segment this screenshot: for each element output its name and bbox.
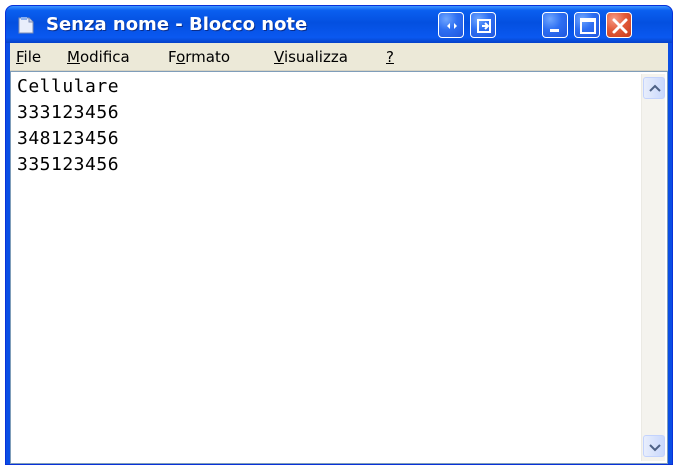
menu-visualizza-label: Visualizza [274,48,348,66]
maximize-icon [580,18,596,34]
notepad-window: Senza nome - Blocco note File Modifica F… [5,5,673,465]
chevron-up-icon [649,84,661,92]
menu-file-label: File [16,48,42,66]
window-title: Senza nome - Blocco note [46,14,308,35]
notepad-icon [18,17,34,34]
expand-button[interactable] [438,12,464,38]
restore-window-icon [477,19,491,33]
maximize-button[interactable] [574,12,600,38]
menu-help-label: ? [386,48,394,66]
menu-bar: File Modifica Formato Visualizza ? [10,43,668,71]
scroll-up-button[interactable] [643,77,665,99]
editor-area: Cellulare 333123456 348123456 335123456 [10,71,668,464]
vertical-scrollbar[interactable] [641,74,665,461]
scroll-down-button[interactable] [643,435,665,457]
restore-window-button[interactable] [470,12,496,38]
text-editor[interactable]: Cellulare 333123456 348123456 335123456 [13,74,641,461]
menu-formato-label: Formato [168,48,231,66]
close-button[interactable] [606,12,632,38]
menu-modifica-label: Modifica [67,48,130,66]
menu-visualizza[interactable]: Visualizza [270,47,352,67]
menu-formato[interactable]: Formato [164,47,234,67]
menu-file[interactable]: File [12,47,45,67]
minimize-button[interactable] [542,12,568,38]
expand-icon [447,23,457,29]
chevron-down-icon [649,444,661,452]
menu-modifica[interactable]: Modifica [63,47,134,67]
minimize-icon [550,29,559,32]
menu-help[interactable]: ? [382,47,398,67]
title-bar[interactable]: Senza nome - Blocco note [6,6,672,43]
close-icon [612,18,628,34]
